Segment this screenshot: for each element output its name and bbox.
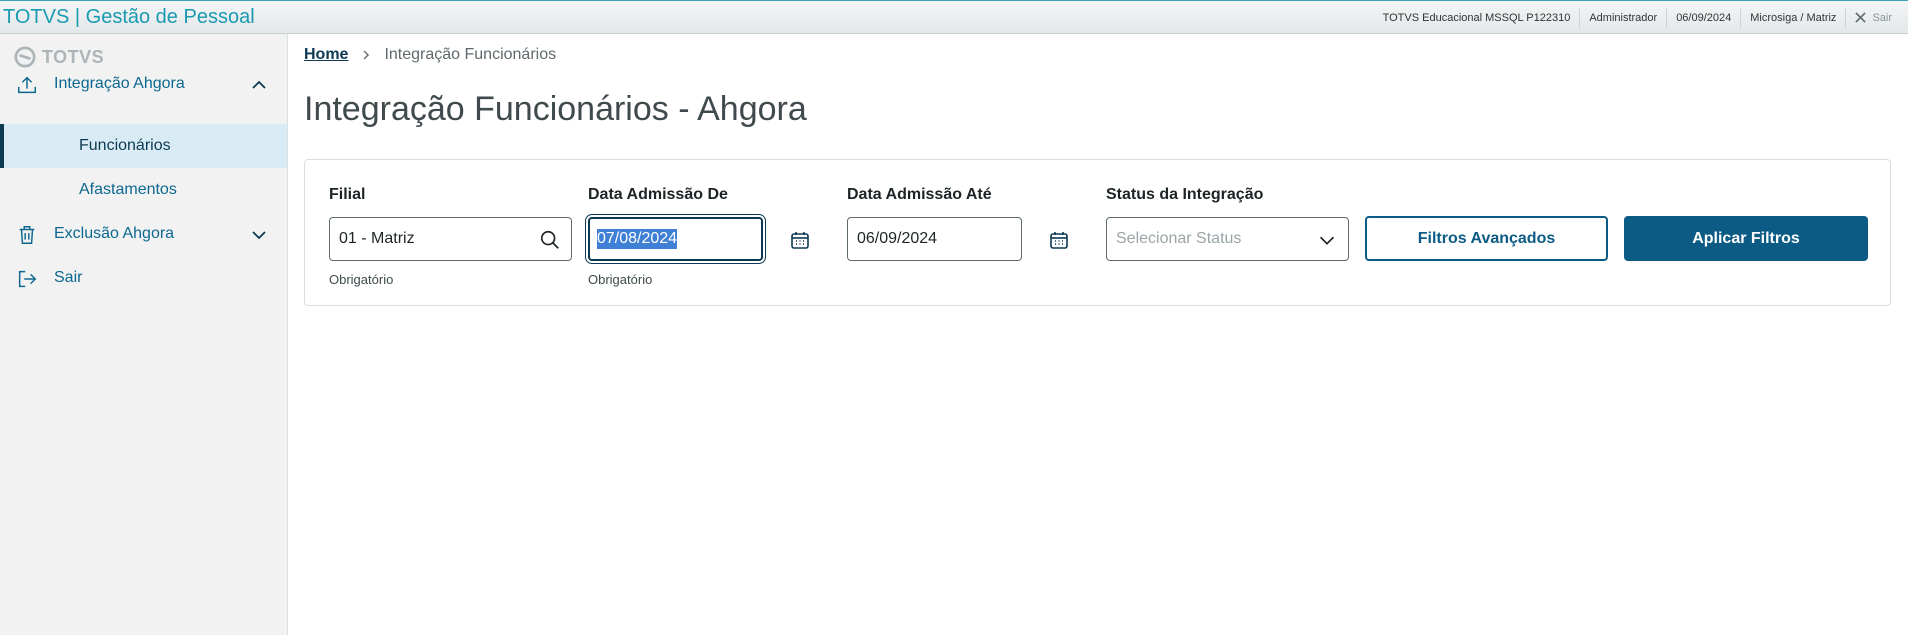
filter-panel: Filial 01 - Matriz Obrigatório Data Admi… (304, 159, 1891, 306)
date-to-input[interactable]: 06/09/2024 (847, 217, 1022, 261)
status-placeholder: Selecionar Status (1116, 230, 1242, 247)
sidebar-item-afastamentos[interactable]: Afastamentos (0, 168, 287, 212)
chevron-down-icon (252, 231, 266, 240)
app-title: TOTVS | Gestão de Pessoal (3, 6, 255, 29)
sidebar-item-label: Funcionários (79, 137, 171, 154)
date-from-value: 07/08/2024 (597, 229, 678, 249)
breadcrumb: Home Integração Funcionários (304, 46, 556, 64)
top-bar: TOTVS | Gestão de Pessoal TOTVS Educacio… (0, 0, 1908, 34)
logout-icon (18, 270, 37, 288)
sidebar-item-sair[interactable]: Sair (0, 258, 287, 298)
upload-icon (18, 76, 36, 94)
calendar-icon[interactable] (790, 230, 810, 250)
top-exit-button[interactable]: Sair (1845, 7, 1908, 28)
sidebar-item-funcionarios[interactable]: Funcionários (0, 124, 287, 168)
apply-filters-button[interactable]: Aplicar Filtros (1624, 216, 1868, 261)
breadcrumb-home-link[interactable]: Home (304, 46, 348, 64)
module-name: Gestão de Pessoal (85, 6, 255, 28)
sidebar-item-label: Exclusão Ahgora (54, 225, 175, 242)
title-separator: | (74, 6, 81, 28)
company-label[interactable]: Microsiga / Matriz (1740, 7, 1845, 28)
filial-required-hint: Obrigatório (329, 272, 394, 287)
status-label: Status da Integração (1106, 186, 1264, 203)
chevron-down-icon (1319, 236, 1335, 245)
date-to-value: 06/09/2024 (857, 230, 938, 247)
sidebar: TOTVS Integração Ahgora Funcionários Afa… (0, 34, 288, 635)
top-exit-label: Sair (1872, 11, 1892, 24)
app-name: TOTVS (3, 6, 70, 28)
date-to-label: Data Admissão Até (847, 186, 992, 203)
sidebar-item-integracao-ahgora[interactable]: Integração Ahgora (0, 64, 287, 104)
date-from-required-hint: Obrigatório (588, 272, 653, 287)
sidebar-item-label: Afastamentos (79, 181, 177, 198)
date-from-input[interactable]: 07/08/2024 (588, 217, 763, 261)
sidebar-item-label: Sair (54, 269, 83, 286)
environment-label: TOTVS Educacional MSSQL P122310 (1382, 11, 1571, 24)
chevron-up-icon (252, 80, 266, 89)
trash-icon (19, 226, 35, 244)
date-from-label: Data Admissão De (588, 186, 728, 203)
session-info: TOTVS Educacional MSSQL P122310 Administ… (1374, 1, 1908, 34)
sidebar-item-label: Integração Ahgora (54, 75, 185, 92)
chevron-right-icon (363, 50, 370, 60)
calendar-icon[interactable] (1049, 230, 1069, 250)
filial-label: Filial (329, 186, 366, 203)
breadcrumb-current: Integração Funcionários (384, 46, 557, 63)
sidebar-item-exclusao-ahgora[interactable]: Exclusão Ahgora (0, 214, 287, 254)
advanced-filters-button[interactable]: Filtros Avançados (1365, 216, 1608, 261)
page-title: Integração Funcionários - Ahgora (304, 90, 807, 128)
filial-value: 01 - Matriz (339, 230, 415, 247)
user-label: Administrador (1579, 7, 1666, 28)
search-icon[interactable] (539, 229, 561, 251)
filial-lookup-input[interactable]: 01 - Matriz (329, 217, 572, 261)
close-icon (1855, 12, 1867, 23)
status-select[interactable]: Selecionar Status (1106, 217, 1349, 261)
date-label: 06/09/2024 (1666, 7, 1740, 28)
